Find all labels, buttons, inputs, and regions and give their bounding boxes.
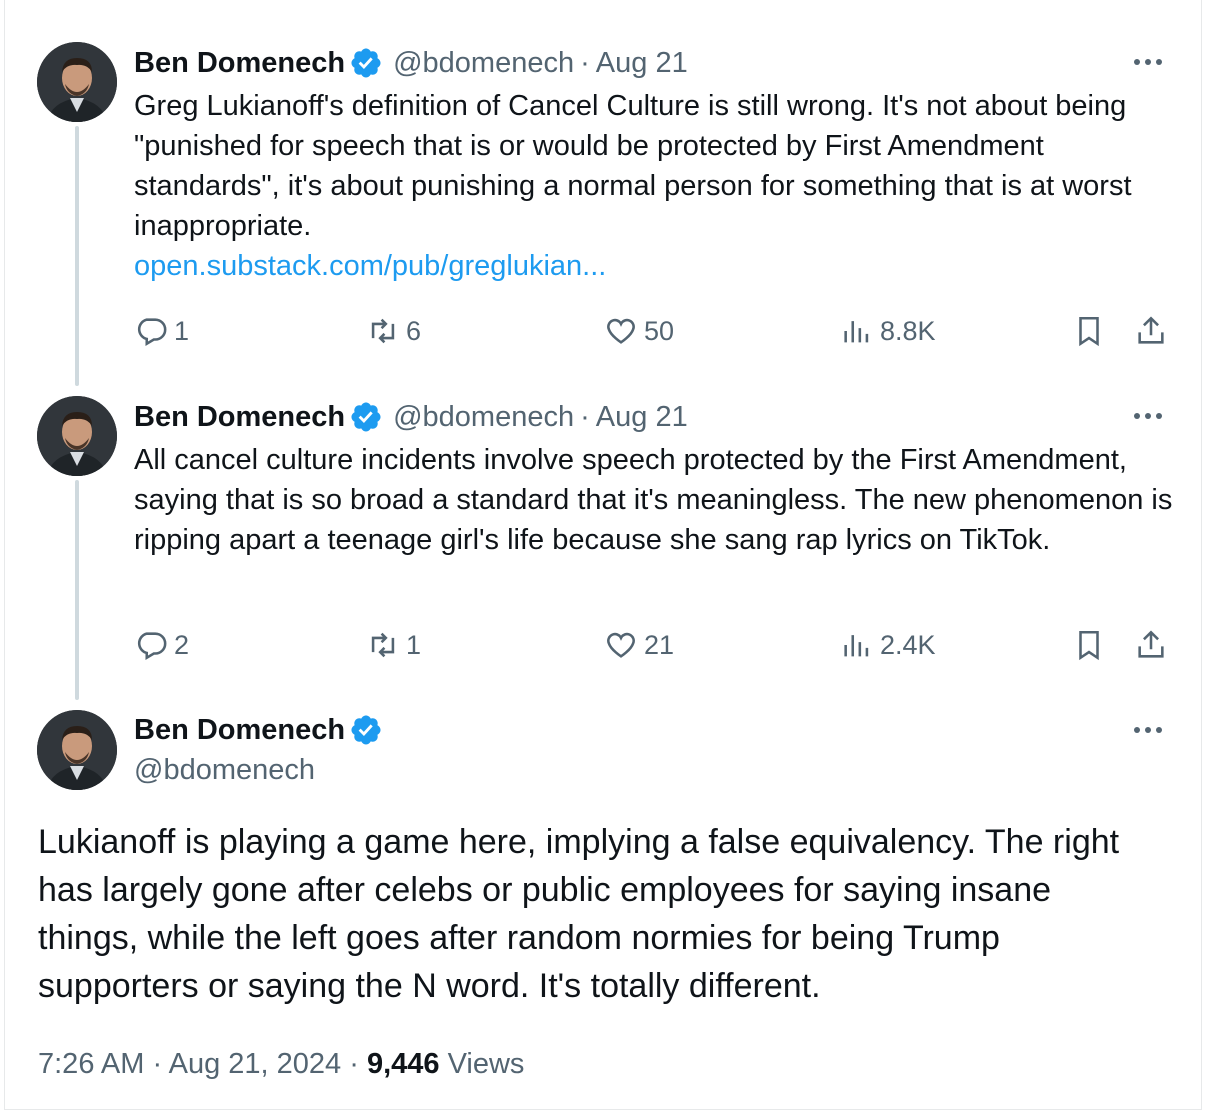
tweet-text: Greg Lukianoff's definition of Cancel Cu… — [134, 86, 1184, 286]
more-icon[interactable] — [1128, 716, 1168, 744]
separator-dot: · — [349, 1048, 359, 1080]
tweet-metadata: 7:26 AM · Aug 21, 2024 · 9,446 Views — [38, 1044, 524, 1084]
reply-button[interactable]: 2 — [134, 625, 189, 665]
like-count: 50 — [644, 315, 675, 346]
more-icon[interactable] — [1128, 402, 1168, 430]
share-button[interactable] — [1134, 311, 1174, 351]
bookmark-icon — [1079, 630, 1099, 661]
share-icon — [1138, 316, 1164, 344]
thread-connector-line — [75, 480, 79, 700]
repost-count: 1 — [406, 629, 422, 660]
tweet-header: Ben Domenech @bdomenech · Aug 21 — [134, 43, 688, 83]
tweet-date[interactable]: Aug 21 — [596, 401, 688, 434]
views-icon — [844, 635, 869, 657]
tweet-time[interactable]: 7:26 AM — [38, 1048, 144, 1080]
main-tweet-text: Lukianoff is playing a game here, implyi… — [38, 823, 1120, 1005]
like-count: 21 — [644, 629, 675, 660]
like-icon — [607, 318, 635, 344]
like-button[interactable]: 21 — [604, 625, 674, 665]
views-button[interactable]: 2.4K — [840, 625, 936, 665]
separator-dot: · — [152, 1048, 163, 1080]
verified-badge-icon — [351, 402, 381, 432]
like-button[interactable]: 50 — [604, 311, 674, 351]
reply-icon — [137, 318, 167, 347]
more-icon[interactable] — [1128, 48, 1168, 76]
verified-badge-icon — [351, 48, 381, 78]
views-count[interactable]: 9,446 — [367, 1048, 440, 1080]
avatar[interactable] — [37, 396, 117, 476]
verified-badge-icon — [351, 715, 381, 745]
repost-count: 6 — [406, 315, 422, 346]
views-button[interactable]: 8.8K — [840, 311, 936, 351]
repost-icon — [371, 632, 395, 658]
tweet-full-date[interactable]: Aug 21, 2024 — [169, 1048, 342, 1080]
author-handle[interactable]: @bdomenech — [134, 750, 383, 790]
reply-count: 1 — [174, 315, 190, 346]
reply-icon — [137, 632, 167, 661]
tweet-body: All cancel culture incidents involve spe… — [134, 444, 1173, 556]
views-label: Views — [447, 1048, 525, 1080]
tweet-text: All cancel culture incidents involve spe… — [134, 440, 1184, 560]
avatar[interactable] — [37, 42, 117, 122]
tweet-date[interactable]: Aug 21 — [596, 47, 688, 80]
author-name[interactable]: Ben Domenech — [134, 714, 345, 747]
like-icon — [607, 632, 635, 658]
author-handle[interactable]: @bdomenech — [393, 401, 574, 434]
tweet-actions: 2 1 21 2.4K — [134, 625, 1174, 665]
main-tweet-author: Ben Domenech @bdomenech — [134, 710, 383, 790]
separator-dot: · — [580, 46, 590, 79]
reply-count: 2 — [174, 629, 190, 660]
views-count: 2.4K — [880, 629, 936, 660]
tweet-actions: 1 6 50 8.8K — [134, 311, 1174, 351]
tweet-link[interactable]: open.substack.com/pub/greglukian... — [134, 246, 1184, 286]
author-name[interactable]: Ben Domenech — [134, 47, 345, 80]
reply-button[interactable]: 1 — [134, 311, 189, 351]
separator-dot: · — [580, 400, 590, 433]
avatar[interactable] — [37, 710, 117, 790]
author-handle[interactable]: @bdomenech — [393, 47, 574, 80]
bookmark-icon — [1079, 316, 1099, 347]
views-icon — [844, 321, 869, 343]
bookmark-button[interactable] — [1072, 311, 1112, 351]
views-count: 8.8K — [880, 315, 936, 346]
repost-icon — [371, 318, 395, 344]
author-name-row: Ben Domenech — [134, 710, 383, 750]
repost-button[interactable]: 6 — [366, 311, 421, 351]
thread-connector-line — [75, 126, 79, 386]
repost-button[interactable]: 1 — [366, 625, 421, 665]
share-button[interactable] — [1134, 625, 1174, 665]
tweet-header: Ben Domenech @bdomenech · Aug 21 — [134, 397, 688, 437]
bookmark-button[interactable] — [1072, 625, 1112, 665]
author-name[interactable]: Ben Domenech — [134, 401, 345, 434]
share-icon — [1138, 630, 1164, 658]
tweet-body: Greg Lukianoff's definition of Cancel Cu… — [134, 90, 1132, 242]
